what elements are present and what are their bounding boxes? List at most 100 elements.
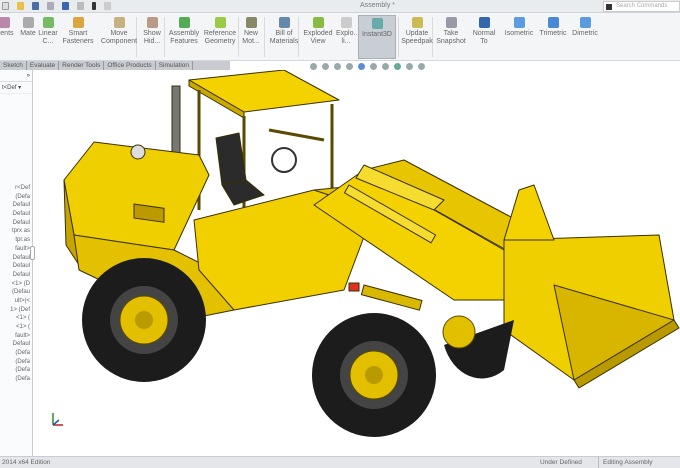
tab-simulation[interactable]: Simulation	[156, 61, 194, 70]
tab-office-products[interactable]: Office Products	[104, 61, 156, 70]
ribbon-separator	[264, 17, 265, 57]
exploded-view-button[interactable]: Exploded View	[302, 15, 334, 59]
linear-c-button[interactable]: Linear C...	[37, 15, 59, 59]
feature-tree: r<Def (Defa Defaul Defaul Defaul tprx as tpr.a…	[0, 184, 31, 384]
tree-item[interactable]: Defaul	[0, 210, 31, 219]
tree-item[interactable]: Defaul	[0, 219, 31, 228]
heads-up-view-toolbar	[310, 63, 425, 70]
dimetric-icon	[579, 17, 591, 28]
button-label: Take Snapshot	[436, 30, 466, 45]
isometric-button[interactable]: Isometric	[503, 15, 535, 59]
reference-geometry-icon	[214, 17, 226, 28]
tree-item[interactable]: <1> (D	[0, 280, 31, 289]
search-input[interactable]: Search Commands	[603, 1, 680, 12]
view-orientation-icon[interactable]	[358, 63, 365, 70]
select-icon[interactable]	[77, 2, 84, 10]
tree-item[interactable]: (Defa	[0, 349, 31, 358]
ribbon-separator	[164, 17, 165, 57]
document-title: Assembly *	[360, 2, 396, 9]
zoom-area-icon[interactable]	[322, 63, 329, 70]
mate-button[interactable]: Mate	[18, 15, 38, 59]
previous-view-icon[interactable]	[334, 63, 341, 70]
appearance-icon[interactable]	[394, 63, 401, 70]
hide-show-icon[interactable]	[382, 63, 389, 70]
tree-item[interactable]: (Defa	[0, 358, 31, 367]
trimetric-button[interactable]: Trimetric	[537, 15, 569, 59]
rear-wheel	[82, 258, 206, 382]
far-rim	[442, 315, 476, 349]
tree-item[interactable]: Defaul	[0, 340, 31, 349]
bill-of-materials-icon	[278, 17, 290, 28]
tree-item[interactable]: ult>(<	[0, 297, 31, 306]
tree-item[interactable]: Defaul	[0, 254, 31, 263]
ribbon-separator	[398, 17, 399, 57]
open-icon[interactable]	[17, 2, 24, 10]
explo-li-button[interactable]: Explo... li...	[336, 15, 359, 59]
tree-item[interactable]: tpr.as	[0, 236, 31, 245]
tree-item[interactable]: (Defa	[0, 366, 31, 375]
display-style-icon[interactable]	[370, 63, 377, 70]
search-placeholder: Search Commands	[616, 3, 668, 9]
ents-button[interactable]: ...ents	[0, 15, 16, 59]
front-wheel	[312, 313, 436, 437]
tree-item[interactable]: fault>	[0, 245, 31, 254]
tree-item[interactable]: fault>	[0, 332, 31, 341]
tab-render-tools[interactable]: Render Tools	[59, 61, 105, 70]
configuration-selector[interactable]: t<Def ▾	[0, 82, 32, 94]
tab-sketch[interactable]: Sketch	[0, 61, 27, 70]
rebuild-icon[interactable]	[92, 2, 96, 10]
options-icon[interactable]	[104, 2, 111, 10]
reference-geometry-button[interactable]: Reference Geometry	[203, 15, 237, 59]
component-icon	[0, 17, 10, 28]
tree-item[interactable]: 1> (Def	[0, 306, 31, 315]
show-hid-button[interactable]: Show Hid...	[141, 15, 163, 59]
button-label: Update Speedpak	[401, 30, 433, 45]
edition-label: 2014 x64 Edition	[2, 459, 51, 466]
smart-fasteners-icon	[72, 17, 84, 28]
tree-item[interactable]: Defaul	[0, 271, 31, 280]
editing-mode: Editing Assembly	[598, 457, 653, 468]
instant3d-button[interactable]: Instant3D	[358, 15, 396, 59]
smart-fasteners-button[interactable]: Smart Fasteners	[60, 15, 96, 59]
rear-hub	[135, 311, 153, 329]
button-label: Isometric	[504, 30, 534, 37]
normal-to-button[interactable]: Normal To	[470, 15, 498, 59]
new-mot-button[interactable]: New Mot...	[240, 15, 262, 59]
scene-icon[interactable]	[406, 63, 413, 70]
view-settings-icon[interactable]	[418, 63, 425, 70]
definition-state: Under Defined	[540, 459, 582, 466]
assembly-features-button[interactable]: Assembly Features	[168, 15, 200, 59]
tree-item[interactable]: (Defa	[0, 375, 31, 384]
tree-item[interactable]: <1> (	[0, 314, 31, 323]
zoom-to-fit-icon[interactable]	[310, 63, 317, 70]
tree-item[interactable]: <1> (	[0, 323, 31, 332]
take-snapshot-button[interactable]: Take Snapshot	[436, 15, 466, 59]
bill-of-materials-button[interactable]: Bill of Materials	[268, 15, 300, 59]
update-speedpak-button[interactable]: Update Speedpak	[400, 15, 434, 59]
status-bar: 2014 x64 Edition Under Defined Editing A…	[0, 456, 680, 468]
tree-item[interactable]: Defaul	[0, 262, 31, 271]
tree-item[interactable]: (Defa	[0, 193, 31, 202]
tree-item[interactable]: tprx as	[0, 227, 31, 236]
dimetric-button[interactable]: Dimetric	[570, 15, 600, 59]
tree-item[interactable]: r<Def	[0, 184, 31, 193]
move-component-button[interactable]: Move Component	[100, 15, 138, 59]
quick-access-toolbar	[2, 2, 111, 10]
section-view-icon[interactable]	[346, 63, 353, 70]
graphics-area[interactable]	[34, 70, 680, 456]
tilt-link	[360, 284, 423, 311]
exploded-view-icon	[312, 17, 324, 28]
search-icon	[606, 4, 612, 10]
command-manager-tabs: Sketch Evaluate Render Tools Office Prod…	[0, 61, 230, 70]
warning-light	[348, 282, 360, 292]
air-cleaner-cap	[130, 144, 146, 160]
show-hidden-icon	[146, 17, 158, 28]
front-wheel-far	[442, 315, 514, 379]
new-icon[interactable]	[2, 2, 9, 10]
tree-item[interactable]: Defaul	[0, 201, 31, 210]
undo-icon[interactable]	[62, 2, 69, 10]
tab-evaluate[interactable]: Evaluate	[27, 61, 60, 70]
print-icon[interactable]	[47, 2, 54, 10]
save-icon[interactable]	[32, 2, 39, 10]
tree-item[interactable]: (Defau	[0, 288, 31, 297]
